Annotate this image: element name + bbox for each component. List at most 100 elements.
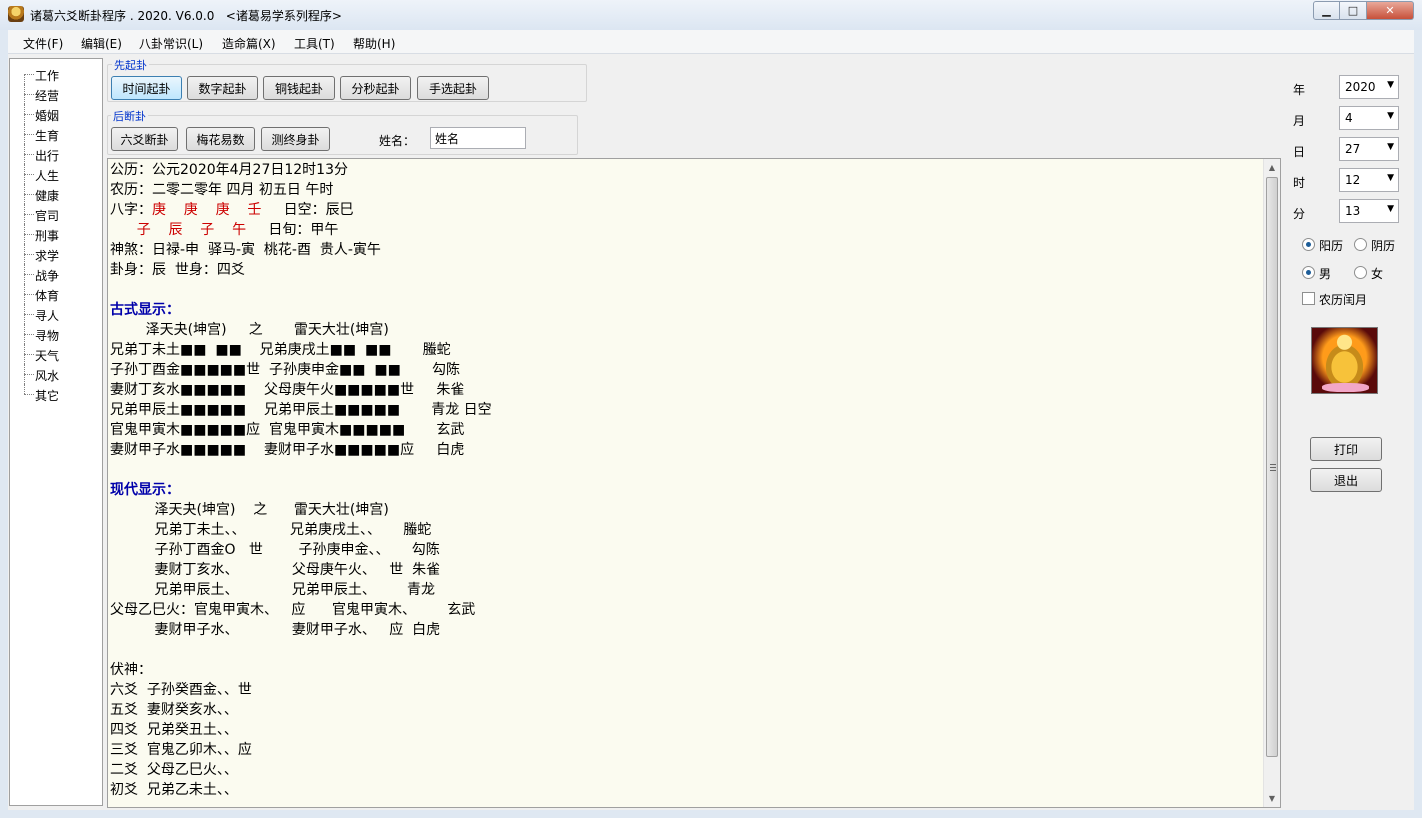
result-line: 妻财甲子水■■■■■ 妻财甲子水■■■■■应 白虎	[110, 442, 465, 458]
client-area: 工作 经营 婚姻 生育 出行 人生 健康 官司 刑事 求学 战争 体育 寻人 寻…	[8, 54, 1414, 810]
solar-radio[interactable]	[1302, 238, 1315, 251]
number-cast-button[interactable]: 数字起卦	[187, 76, 258, 100]
category-tree: 工作 经营 婚姻 生育 出行 人生 健康 官司 刑事 求学 战争 体育 寻人 寻…	[9, 58, 103, 806]
time-cast-button[interactable]: 时间起卦	[111, 76, 182, 100]
solar-label: 阳历	[1319, 239, 1344, 253]
tree-item[interactable]: 婚姻	[10, 104, 102, 124]
lifetime-hexagram-button[interactable]: 测终身卦	[261, 127, 330, 151]
result-line: 八字：庚 庚 庚 壬 日空：辰巳	[110, 200, 1260, 220]
first-cast-label: 先起卦	[112, 57, 149, 73]
month-select[interactable]: 4 ▼	[1339, 106, 1399, 130]
result-line: 古式显示：	[110, 302, 180, 318]
manual-cast-button[interactable]: 手选起卦	[417, 76, 489, 100]
tree-item[interactable]: 战争	[10, 264, 102, 284]
chevron-down-icon: ▼	[1387, 204, 1394, 214]
result-line: 四爻 兄弟癸丑土、、	[110, 722, 238, 738]
coin-cast-button[interactable]: 铜钱起卦	[263, 76, 335, 100]
tree-item[interactable]: 出行	[10, 144, 102, 164]
result-line: 伏神：	[110, 662, 152, 678]
grip-icon	[1270, 464, 1276, 471]
result-text: 公历：公元2020年4月27日12时13分 农历：二零二零年 四月 初五日 午时八…	[110, 160, 1260, 800]
minute-second-cast-button[interactable]: 分秒起卦	[340, 76, 411, 100]
result-line: 子孙丁酉金■■■■■世 子孙庚申金■■ ■■ 勾陈	[110, 362, 460, 378]
leap-month-checkbox[interactable]	[1302, 292, 1315, 305]
chevron-down-icon: ▼	[1387, 173, 1394, 183]
menu-tools[interactable]: 工具(T)	[294, 35, 335, 52]
tree-item[interactable]: 体育	[10, 284, 102, 304]
tree-item[interactable]: 其它	[10, 384, 102, 404]
chevron-down-icon: ▼	[1387, 111, 1394, 121]
tree-item[interactable]: 风水	[10, 364, 102, 384]
year-select[interactable]: 2020 ▼	[1339, 75, 1399, 99]
year-label: 年	[1293, 83, 1306, 97]
result-line: 兄弟甲辰土、 兄弟甲辰土、 青龙	[110, 582, 436, 598]
menu-bar: 文件(F) 编辑(E) 八卦常识(L) 造命篇(X) 工具(T) 帮助(H)	[8, 30, 1414, 54]
liuyao-interpret-button[interactable]: 六爻断卦	[111, 127, 178, 151]
print-button[interactable]: 打印	[1310, 437, 1382, 461]
result-line: 神煞：日禄-申 驿马-寅 桃花-酉 贵人-寅午	[110, 242, 381, 258]
menu-help[interactable]: 帮助(H)	[353, 35, 395, 52]
male-radio[interactable]	[1302, 266, 1315, 279]
result-line: 兄弟甲辰土■■■■■ 兄弟甲辰土■■■■■ 青龙 日空	[110, 402, 492, 418]
interpret-label: 后断卦	[111, 108, 148, 124]
tree-item[interactable]: 官司	[10, 204, 102, 224]
menu-zaoming[interactable]: 造命篇(X)	[222, 35, 276, 52]
menu-file[interactable]: 文件(F)	[23, 35, 63, 52]
result-segment	[110, 222, 137, 238]
result-line: 农历：二零二零年 四月 初五日 午时	[110, 182, 334, 198]
tree-item[interactable]: 求学	[10, 244, 102, 264]
result-line: 初爻 兄弟乙未土、、	[110, 782, 238, 798]
menu-edit[interactable]: 编辑(E)	[81, 35, 122, 52]
month-label: 月	[1293, 114, 1306, 128]
minute-select[interactable]: 13 ▼	[1339, 199, 1399, 223]
lunar-radio[interactable]	[1354, 238, 1367, 251]
result-textarea[interactable]: 公历：公元2020年4月27日12时13分 农历：二零二零年 四月 初五日 午时八…	[107, 158, 1281, 808]
tree-item[interactable]: 寻物	[10, 324, 102, 344]
tree-item[interactable]: 健康	[10, 184, 102, 204]
app-icon	[8, 6, 24, 22]
minimize-button[interactable]: ▁	[1313, 1, 1340, 20]
result-line: 父母乙巳火：官鬼甲寅木、 应 官鬼甲寅木、 玄武	[110, 602, 476, 618]
tree-item[interactable]: 刑事	[10, 224, 102, 244]
result-segment: 日空：辰巳	[261, 202, 354, 218]
tree-item[interactable]: 经营	[10, 84, 102, 104]
result-line: 三爻 官鬼乙卯木、、应	[110, 742, 252, 758]
day-select[interactable]: 27 ▼	[1339, 137, 1399, 161]
tree-item[interactable]: 生育	[10, 124, 102, 144]
result-line: 公历：公元2020年4月27日12时13分	[110, 162, 348, 178]
buddha-image	[1311, 327, 1378, 394]
scroll-up-icon[interactable]: ▲	[1264, 159, 1280, 176]
tree-item[interactable]: 人生	[10, 164, 102, 184]
exit-button[interactable]: 退出	[1310, 468, 1382, 492]
result-segment: 庚 庚 庚 壬	[152, 202, 262, 218]
menu-bagua[interactable]: 八卦常识(L)	[139, 35, 203, 52]
result-line: 六爻 子孙癸酉金、、世	[110, 682, 252, 698]
result-line: 泽天夬(坤宫) 之 雷天大壮(坤宫)	[110, 322, 389, 338]
result-line: 卦身：辰 世身：四爻	[110, 262, 245, 278]
vertical-scrollbar[interactable]: ▲ ▼	[1263, 159, 1280, 807]
result-line: 妻财甲子水、 妻财甲子水、 应 白虎	[110, 622, 441, 638]
result-segment: 子 辰 子 午	[136, 222, 247, 238]
chevron-down-icon: ▼	[1387, 80, 1394, 90]
scroll-down-icon[interactable]: ▼	[1264, 790, 1280, 807]
result-line: 子孙丁酉金O 世 子孙庚申金、、 勾陈	[110, 542, 440, 558]
tree-item[interactable]: 寻人	[10, 304, 102, 324]
close-button[interactable]: ✕	[1367, 1, 1414, 20]
name-input[interactable]	[430, 127, 526, 149]
scroll-thumb[interactable]	[1266, 177, 1278, 757]
result-line: 现代显示：	[110, 482, 180, 498]
result-line: 子 辰 子 午 日旬：甲午	[110, 220, 1260, 240]
leap-month-label: 农历闰月	[1319, 293, 1368, 307]
result-line	[110, 280, 1260, 300]
minute-label: 分	[1293, 207, 1306, 221]
window-title: 诸葛六爻断卦程序 . 2020. V6.0.0 <诸葛易学系列程序>	[30, 9, 342, 23]
tree-item[interactable]: 天气	[10, 344, 102, 364]
title-bar[interactable]: 诸葛六爻断卦程序 . 2020. V6.0.0 <诸葛易学系列程序> ▁ □ ✕	[0, 0, 1422, 30]
female-radio[interactable]	[1354, 266, 1367, 279]
tree-item[interactable]: 工作	[10, 64, 102, 84]
hour-label: 时	[1293, 176, 1306, 190]
maximize-button[interactable]: □	[1340, 1, 1367, 20]
hour-select[interactable]: 12 ▼	[1339, 168, 1399, 192]
female-label: 女	[1371, 267, 1384, 281]
meihua-button[interactable]: 梅花易数	[186, 127, 255, 151]
